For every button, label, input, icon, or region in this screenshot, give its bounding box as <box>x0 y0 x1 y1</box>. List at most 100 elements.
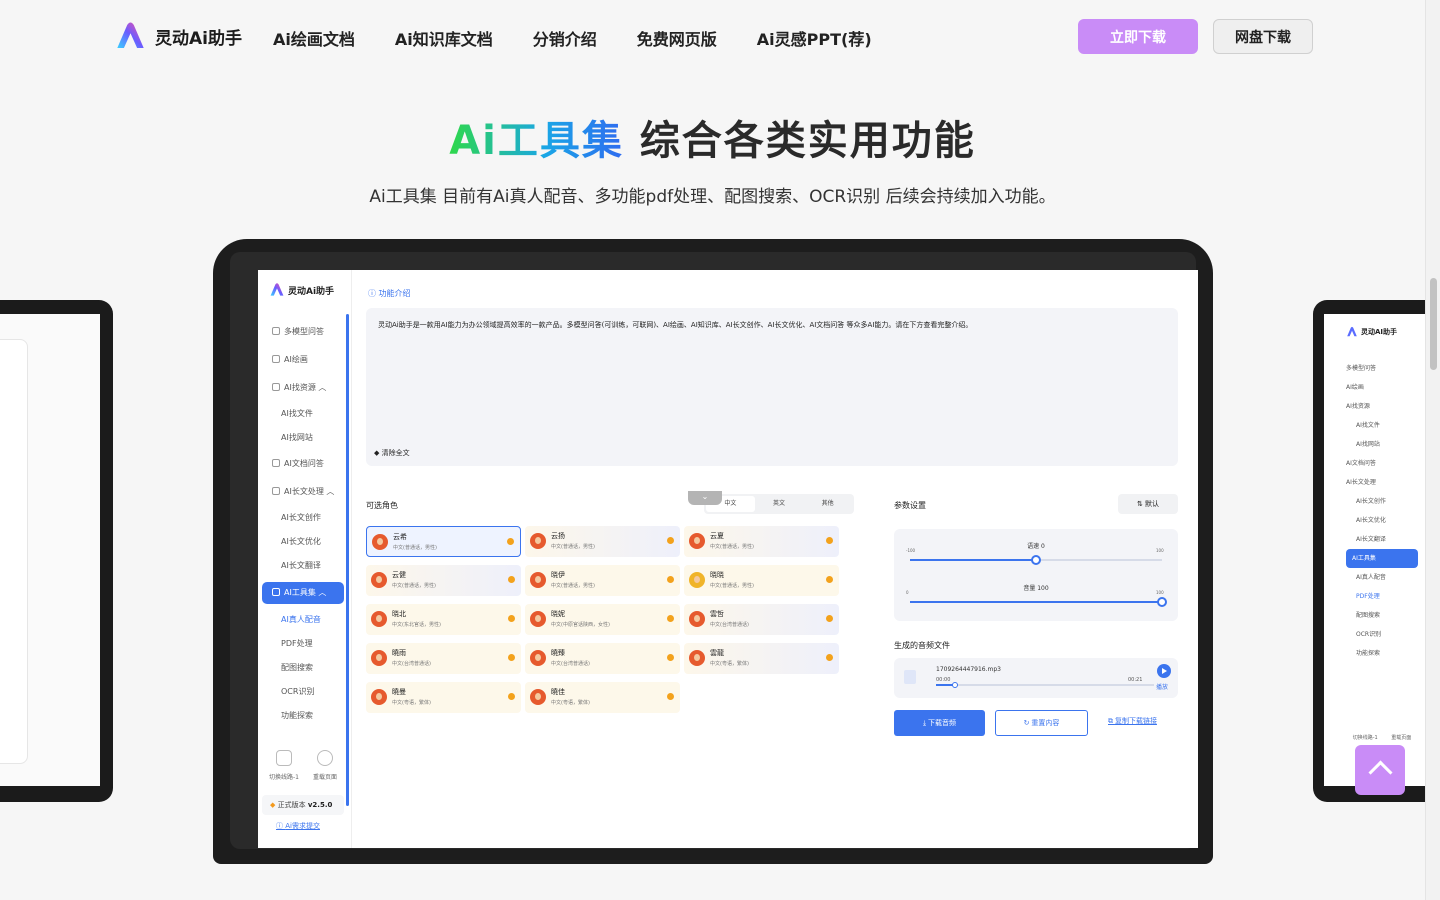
sidebar-item-ai-long-text[interactable]: AI长文处理 ︿ <box>262 478 344 506</box>
role-desc: 中文(中原官话陕西，女性) <box>551 622 610 628</box>
role-card[interactable]: 曉臻 中文(台湾普通话) <box>525 643 680 674</box>
carousel-next-device[interactable]: 灵动AI助手 多模型问答 AI绘画 AI找资源 AI找文件 AI找网站 AI文档… <box>1313 300 1425 802</box>
roles-grid: 云希 中文(普通话，男性) 云扬 中文(普通话，男性) 云夏 中文(普通话，男性) 云… <box>366 526 842 713</box>
copy-link-button[interactable]: ⧉ 复制下载链接 <box>1108 716 1157 726</box>
role-card[interactable]: 曉曼 中文(粤语，繁体) <box>366 682 521 713</box>
sidebar-item-explore[interactable]: 功能探索 <box>262 704 344 728</box>
mini-item: AI真人配音 <box>1356 574 1386 581</box>
sidebar-label: AI绘画 <box>284 355 308 364</box>
role-card[interactable]: 曉佳 中文(粤语，繁体) <box>525 682 680 713</box>
play-label[interactable]: 播放 <box>1156 682 1168 691</box>
download-now-button[interactable]: 立即下载 <box>1078 19 1198 54</box>
role-card[interactable]: 雲龍 中文(粤语，繁体) <box>684 643 839 674</box>
play-icon[interactable] <box>667 615 674 622</box>
page-scrollbar[interactable] <box>1425 0 1440 900</box>
hero-title-rest: 综合各类实用功能 <box>639 118 976 164</box>
download-audio-button[interactable]: ⤓ 下载音频 <box>894 710 985 736</box>
version-number: v2.5.0 <box>307 801 333 809</box>
sidebar-item-ai-voice[interactable]: AI真人配音 <box>262 608 344 632</box>
play-icon[interactable] <box>508 654 515 661</box>
nav-link-ai-ppt[interactable]: Ai灵感PPT(荐) <box>757 26 872 50</box>
request-text: Ai需求提交 <box>285 822 320 830</box>
request-link[interactable]: ⓘ Ai需求提交 <box>262 821 344 831</box>
speed-slider[interactable] <box>910 555 1162 565</box>
nav-link-free-web[interactable]: 免费网页版 <box>637 26 717 50</box>
play-icon[interactable] <box>667 537 674 544</box>
role-card[interactable]: 晓晓 中文(普通话，男性) <box>684 565 839 596</box>
clear-all-button[interactable]: ◆ 清除全文 <box>374 448 410 458</box>
sidebar-item-image-search[interactable]: 配图搜索 <box>262 656 344 680</box>
volume-knob[interactable] <box>1157 597 1167 607</box>
feature-intro-link[interactable]: ⓘ 功能介绍 <box>368 288 411 299</box>
play-icon[interactable] <box>1157 664 1171 678</box>
carousel-prev-device[interactable] <box>0 300 113 802</box>
sidebar-item-ai-long-translate[interactable]: AI长文翻译 <box>262 554 344 578</box>
play-icon[interactable] <box>826 537 833 544</box>
clear-label: 清除全文 <box>381 449 410 457</box>
play-icon[interactable] <box>508 693 515 700</box>
role-name: 云夏 <box>710 532 724 540</box>
back-to-top-button[interactable] <box>1355 745 1405 795</box>
role-card[interactable]: 云扬 中文(普通话，男性) <box>525 526 680 557</box>
avatar <box>530 689 546 705</box>
role-desc: 中文(东北官话，男性) <box>392 622 441 628</box>
tab-english[interactable]: 英文 <box>755 496 804 512</box>
default-button[interactable]: ⇅ 默认 <box>1118 494 1178 514</box>
role-card[interactable]: 晓妮 中文(中原官话陕西，女性) <box>525 604 680 635</box>
play-icon[interactable] <box>667 654 674 661</box>
reload-button[interactable]: 重载页面 <box>313 750 337 781</box>
role-card[interactable]: 云健 中文(普通话，男性) <box>366 565 521 596</box>
play-icon[interactable] <box>667 693 674 700</box>
avatar <box>371 650 387 666</box>
mini-item-active: AI工具集 <box>1346 549 1418 568</box>
sidebar-item-ai-find-resources[interactable]: AI找资源 ︿ <box>262 374 344 402</box>
params-title: 参数设置 <box>894 501 926 510</box>
intro-textarea[interactable]: 灵动Ai助手是一款用AI能力为办公领域提高效率的一款产品。多模型问答(可训练，可… <box>366 308 1178 466</box>
role-card[interactable]: 曉雨 中文(台湾普通话) <box>366 643 521 674</box>
hero-subtitle: Ai工具集 目前有Ai真人配音、多功能pdf处理、配图搜索、OCR识别 后续会持… <box>369 187 1056 207</box>
play-icon[interactable] <box>667 576 674 583</box>
play-icon[interactable] <box>826 615 833 622</box>
pan-download-button[interactable]: 网盘下载 <box>1213 19 1313 54</box>
play-icon[interactable] <box>508 615 515 622</box>
tab-other[interactable]: 其他 <box>803 496 852 512</box>
play-icon[interactable] <box>826 654 833 661</box>
play-icon[interactable] <box>826 576 833 583</box>
role-card[interactable]: 云希 中文(普通话，男性) <box>366 526 521 557</box>
speed-knob[interactable] <box>1031 555 1041 565</box>
nav-link-ai-painting-doc[interactable]: Ai绘画文档 <box>273 26 355 50</box>
help-icon: ⓘ <box>276 822 283 830</box>
nav-link-distribution[interactable]: 分销介绍 <box>533 26 597 50</box>
audio-progress[interactable] <box>936 682 1154 688</box>
sidebar-item-multi-model-qa[interactable]: 多模型问答 <box>262 318 344 346</box>
feature-intro-text: 功能介绍 <box>378 289 411 298</box>
sidebar-item-ai-find-files[interactable]: AI找文件 <box>262 402 344 426</box>
play-icon[interactable] <box>508 576 515 583</box>
audio-progress-knob[interactable] <box>952 682 958 688</box>
switch-line-button[interactable]: 切换线路-1 <box>269 750 299 781</box>
role-card[interactable]: 云夏 中文(普通话，男性) <box>684 526 839 557</box>
sidebar-item-ai-toolset[interactable]: AI工具集 ︿ <box>262 582 344 604</box>
volume-slider[interactable] <box>910 597 1167 607</box>
avatar <box>372 534 388 550</box>
role-card[interactable]: 晓北 中文(东北官话，男性) <box>366 604 521 635</box>
sidebar-item-ai-long-create[interactable]: AI长文创作 <box>262 506 344 530</box>
nav-link-knowledge-doc[interactable]: Ai知识库文档 <box>395 26 493 50</box>
chevron-up-icon: ︿ <box>326 487 335 496</box>
sidebar-item-ai-find-sites[interactable]: AI找网站 <box>262 426 344 450</box>
reset-content-button[interactable]: ↻ 重置内容 <box>995 710 1088 736</box>
sidebar-item-ai-doc-qa[interactable]: AI文档问答 <box>262 450 344 478</box>
sidebar-item-ocr[interactable]: OCR识别 <box>262 680 344 704</box>
sidebar-item-ai-long-optimize[interactable]: AI长文优化 <box>262 530 344 554</box>
scrollbar-thumb[interactable] <box>1430 278 1437 370</box>
role-name: 曉佳 <box>551 688 565 696</box>
chevron-down-icon[interactable]: ⌄ <box>688 491 722 505</box>
mini-item: 多模型问答 <box>1346 365 1377 372</box>
sidebar-item-ai-painting[interactable]: AI绘画 <box>262 346 344 374</box>
role-card[interactable]: 晓伊 中文(普通话，男性) <box>525 565 680 596</box>
sidebar-item-pdf[interactable]: PDF处理 <box>262 632 344 656</box>
sidebar-label: AI长文处理 <box>284 487 324 496</box>
brand[interactable]: 灵动Ai助手 <box>114 20 242 53</box>
role-card[interactable]: 雲哲 中文(台湾普通话) <box>684 604 839 635</box>
play-icon[interactable] <box>507 538 514 545</box>
